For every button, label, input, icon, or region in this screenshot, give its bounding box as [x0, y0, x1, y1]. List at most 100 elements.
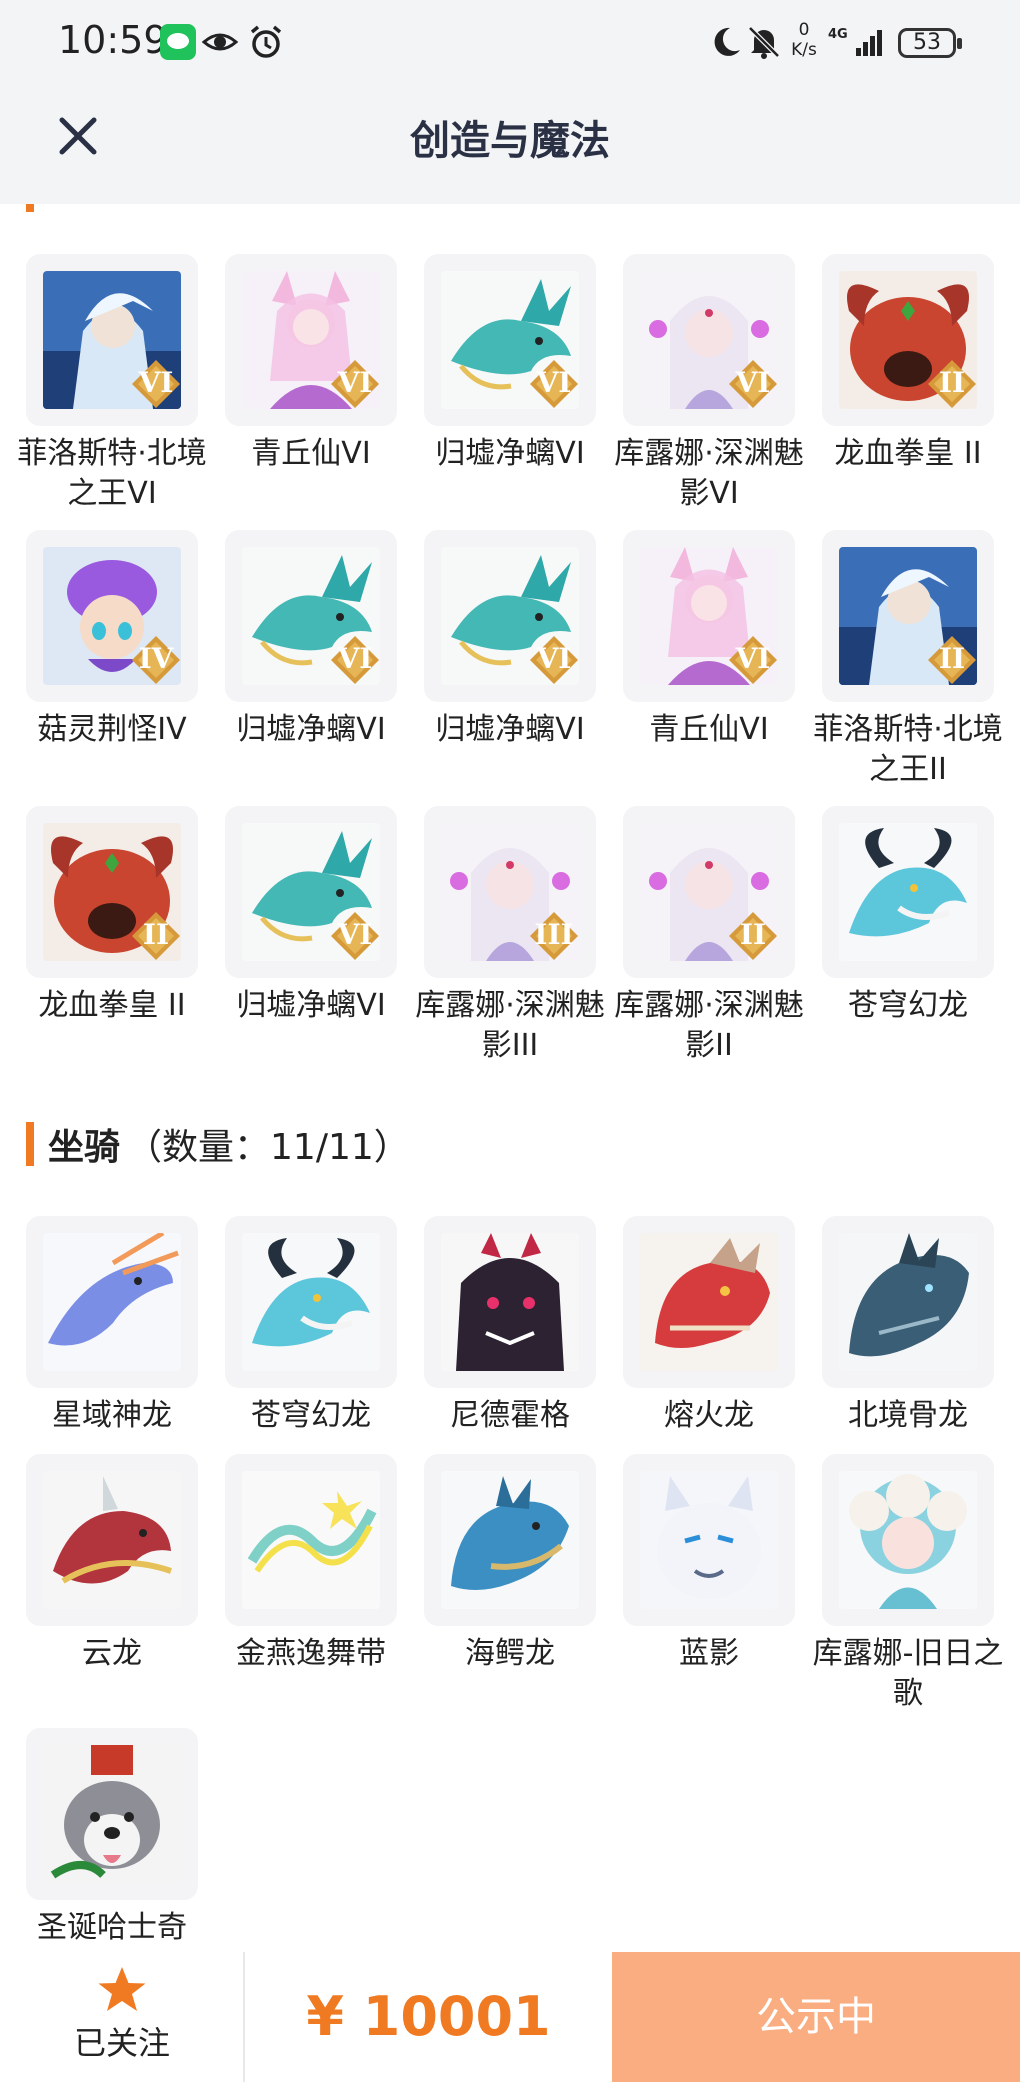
item-name: 归墟净螭VI	[435, 712, 585, 747]
status-time: 10:59	[58, 18, 168, 62]
tier-badge-text: II	[739, 918, 767, 951]
follow-label: 已关注	[73, 2024, 170, 2062]
item-name: 归墟净螭VI	[435, 436, 585, 471]
item-name: 苍穹幻龙	[848, 988, 968, 1023]
item-thumbnail: VI	[225, 530, 397, 702]
item-thumbnail: VI	[623, 254, 795, 426]
page-title: 创造与魔法	[410, 118, 610, 164]
mount-card[interactable]: 星域神龙	[26, 1216, 198, 1436]
item-name: 云龙	[82, 1636, 142, 1671]
item-name: 尼德霍格	[450, 1398, 570, 1433]
item-name: 青丘仙VI	[251, 436, 371, 471]
mount-card[interactable]: 金燕逸舞带	[225, 1454, 397, 1674]
follow-button[interactable]: 已关注	[0, 1952, 244, 2082]
pet-card[interactable]: VI 菲洛斯特·北境之王VI	[17, 254, 207, 514]
item-name: 龙血拳皇 II	[38, 988, 186, 1023]
item-name: 菲洛斯特·北境之王VI	[17, 436, 207, 511]
tier-badge: VI	[528, 634, 580, 686]
mount-card[interactable]: 熔火龙	[623, 1216, 795, 1436]
item-name: 北境骨龙	[848, 1398, 968, 1433]
item-thumbnail: II	[822, 254, 994, 426]
item-thumbnail: VI	[225, 806, 397, 978]
tier-badge-text: VI	[337, 642, 373, 675]
tier-badge-text: VI	[337, 918, 373, 951]
sky-dragon-image	[242, 1233, 380, 1371]
tier-badge: II	[130, 910, 182, 962]
content-scroll[interactable]: VI 菲洛斯特·北境之王VI VI 青丘仙VI VI 归墟净螭VI VI 库露娜·深渊魅影VI…	[0, 204, 1020, 1952]
pet-card[interactable]: VI 归墟净螭VI	[225, 530, 397, 750]
item-thumbnail	[623, 1216, 795, 1388]
gold-ribbon-image	[242, 1471, 380, 1609]
moon-icon	[708, 24, 744, 60]
pet-card[interactable]: II 菲洛斯特·北境之王II	[813, 530, 1003, 790]
item-thumbnail	[26, 1454, 198, 1626]
mount-card[interactable]: 北境骨龙	[822, 1216, 994, 1436]
mount-card[interactable]: 云龙	[26, 1454, 198, 1674]
tier-badge: II	[926, 358, 978, 410]
sky-dragon-image	[839, 823, 977, 961]
tier-badge-text: VI	[536, 366, 572, 399]
bottom-bar: 已关注 ¥ 10001 公示中	[0, 1952, 1020, 2082]
item-thumbnail: III	[424, 806, 596, 978]
top-area: 10:59 0 K/s 4G 53 创造与魔法	[0, 0, 1020, 204]
pet-card[interactable]: VI 青丘仙VI	[623, 530, 795, 750]
tier-badge-text: IV	[138, 642, 174, 675]
pet-card[interactable]: II 龙血拳皇 II	[26, 806, 198, 1026]
item-thumbnail: VI	[623, 530, 795, 702]
tier-badge: II	[727, 910, 779, 962]
item-name: 熔火龙	[664, 1398, 754, 1433]
net-speed: 0 K/s	[791, 20, 817, 60]
dark-dragon-image	[441, 1233, 579, 1371]
pet-card[interactable]: VI 归墟净螭VI	[424, 530, 596, 750]
pet-card[interactable]: VI 归墟净螭VI	[424, 254, 596, 474]
mount-card[interactable]: 圣诞哈士奇	[26, 1728, 198, 1948]
pet-card[interactable]: IV 菇灵荆怪IV	[26, 530, 198, 750]
section-title: 坐骑	[48, 1127, 121, 1168]
svg-text:4G: 4G	[828, 27, 848, 42]
pet-card[interactable]: VI 库露娜·深渊魅影VI	[614, 254, 804, 514]
tier-badge-text: VI	[337, 366, 373, 399]
status-bar: 10:59 0 K/s 4G 53	[0, 0, 1020, 88]
tier-badge-text: VI	[735, 642, 771, 675]
item-thumbnail	[26, 1728, 198, 1900]
wechat-icon	[160, 24, 196, 60]
pet-card[interactable]: II 库露娜·深渊魅影II	[614, 806, 804, 1066]
white-tiger-image	[640, 1471, 778, 1609]
section-accent-bar	[26, 1122, 34, 1166]
tier-badge-text: II	[938, 366, 966, 399]
mount-card[interactable]: 蓝影	[623, 1454, 795, 1674]
item-thumbnail	[623, 1454, 795, 1626]
tier-badge-text: III	[534, 918, 574, 951]
star-icon	[98, 1967, 146, 2011]
item-thumbnail	[424, 1216, 596, 1388]
item-thumbnail: II	[26, 806, 198, 978]
status-button[interactable]: 公示中	[612, 1952, 1020, 2082]
item-name: 库露娜·深渊魅影III	[415, 988, 605, 1063]
item-thumbnail: II	[623, 806, 795, 978]
pet-card[interactable]: VI 青丘仙VI	[225, 254, 397, 474]
previous-section-marker	[26, 204, 34, 212]
pet-card[interactable]: 苍穹幻龙	[822, 806, 994, 1026]
item-name: 圣诞哈士奇	[37, 1910, 187, 1945]
item-name: 归墟净螭VI	[236, 988, 386, 1023]
item-name: 库露娜·深渊魅影II	[614, 988, 804, 1063]
pet-card[interactable]: II 龙血拳皇 II	[822, 254, 994, 474]
mount-card[interactable]: 尼德霍格	[424, 1216, 596, 1436]
mount-card[interactable]: 苍穹幻龙	[225, 1216, 397, 1436]
pet-card[interactable]: III 库露娜·深渊魅影III	[415, 806, 605, 1066]
item-thumbnail	[225, 1216, 397, 1388]
item-name: 苍穹幻龙	[251, 1398, 371, 1433]
tier-badge-text: VI	[735, 366, 771, 399]
tier-badge: VI	[130, 358, 182, 410]
item-name: 星域神龙	[52, 1398, 172, 1433]
tier-badge: IV	[130, 634, 182, 686]
bell-off-icon	[746, 24, 782, 60]
mount-card[interactable]: 库露娜-旧日之歌	[813, 1454, 1003, 1714]
tier-badge: VI	[528, 358, 580, 410]
pet-card[interactable]: VI 归墟净螭VI	[225, 806, 397, 1026]
tier-badge: III	[528, 910, 580, 962]
tier-badge: VI	[329, 358, 381, 410]
mount-card[interactable]: 海鳄龙	[424, 1454, 596, 1674]
item-thumbnail: VI	[26, 254, 198, 426]
tier-badge: VI	[727, 634, 779, 686]
